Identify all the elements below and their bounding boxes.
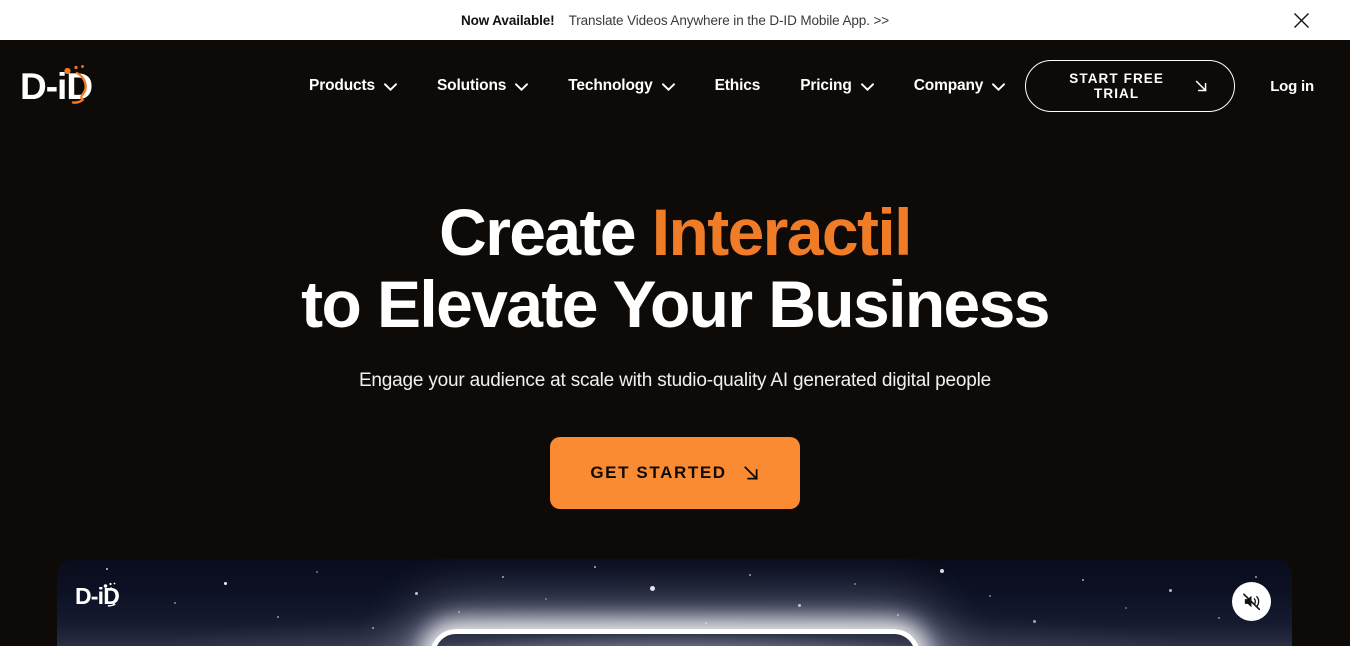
headline-line1: Create Interactil — [439, 195, 913, 269]
glowing-portal-decoration — [429, 629, 920, 646]
login-link[interactable]: Log in — [1270, 78, 1314, 95]
announcement-link[interactable]: Translate Videos Anywhere in the D-ID Mo… — [569, 13, 890, 28]
speaker-muted-icon — [1243, 593, 1261, 611]
hero-subheading: Engage your audience at scale with studi… — [358, 370, 992, 391]
nav-item-company[interactable]: Company — [894, 67, 1026, 105]
chevron-down-icon — [992, 83, 1006, 91]
site-header: D-iD Products Solutions Technology Ethic… — [0, 40, 1350, 132]
headline-static-text: Create — [439, 195, 652, 269]
nav-item-solutions[interactable]: Solutions — [417, 67, 548, 105]
chevron-down-icon — [384, 83, 397, 91]
chevron-down-icon — [860, 83, 874, 91]
nav-label: Solutions — [436, 77, 507, 94]
hero-video-player[interactable]: D-iD — [57, 559, 1292, 646]
page-title: Create Interactil to Elevate Your Busine… — [0, 196, 1350, 340]
main-navigation: Products Solutions Technology Ethics Pri… — [289, 67, 1025, 105]
mute-toggle-button[interactable] — [1232, 582, 1271, 621]
video-watermark-logo: D-iD — [75, 579, 121, 613]
chevron-down-icon — [515, 83, 529, 91]
cta-label: GET STARTED — [590, 463, 727, 482]
chevron-down-icon — [661, 83, 675, 91]
get-started-button[interactable]: GET STARTED — [550, 437, 800, 509]
start-free-trial-button[interactable]: START FREE TRIAL — [1025, 60, 1236, 112]
nav-item-products[interactable]: Products — [289, 67, 417, 105]
hero-cta-container: GET STARTED — [0, 437, 1350, 509]
trial-button-label: START FREE TRIAL — [1069, 71, 1164, 101]
arrow-down-right-icon — [743, 466, 758, 480]
hero-section: Create Interactil to Elevate Your Busine… — [0, 132, 1350, 509]
close-icon[interactable] — [1290, 9, 1312, 31]
headline-accent-text: Interactil — [651, 195, 913, 269]
arrow-down-right-icon — [1195, 80, 1207, 92]
nav-item-ethics[interactable]: Ethics — [695, 67, 781, 105]
nav-label: Technology — [568, 77, 653, 94]
nav-label: Products — [309, 77, 375, 94]
announcement-strong-label: Now Available! — [460, 12, 555, 28]
nav-item-pricing[interactable]: Pricing — [780, 67, 894, 105]
announcement-banner: Now Available! Translate Videos Anywhere… — [0, 0, 1350, 40]
headline-line2: to Elevate Your Business — [301, 267, 1050, 341]
nav-label: Pricing — [800, 77, 852, 94]
nav-label: Ethics — [714, 77, 761, 94]
nav-label: Company — [913, 77, 984, 94]
nav-item-technology[interactable]: Technology — [548, 67, 694, 105]
did-logo[interactable]: D-iD — [20, 59, 92, 113]
